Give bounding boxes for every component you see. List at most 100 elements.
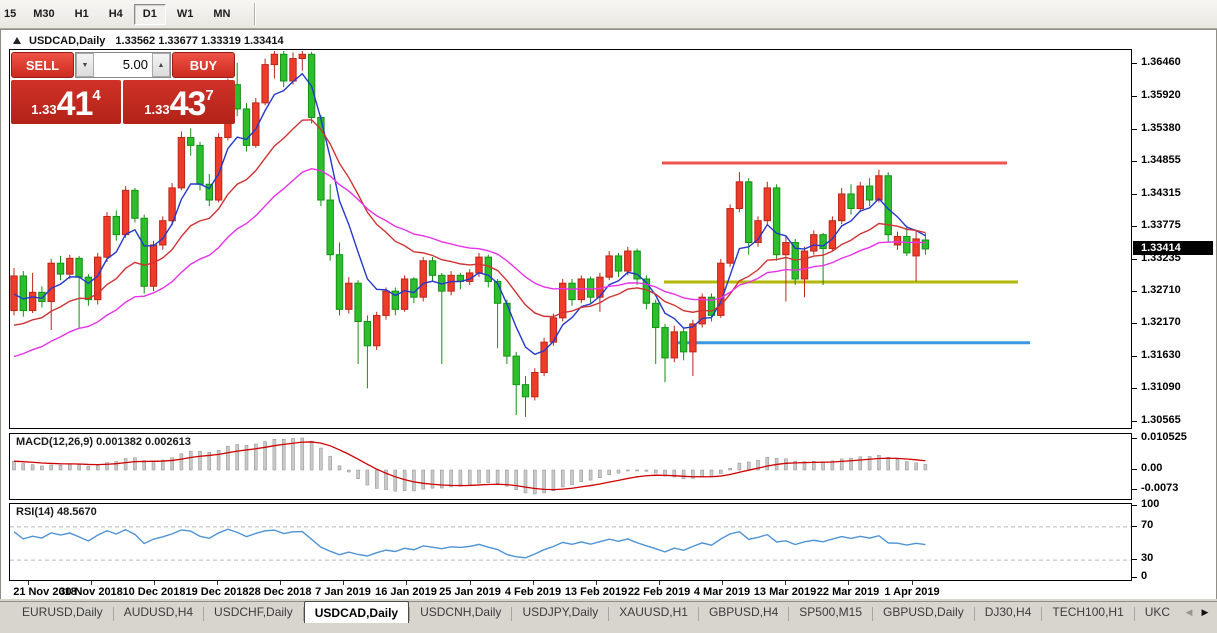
timeframe-button-h4[interactable]: H4: [100, 4, 132, 25]
date-label: 30 Nov 2018: [59, 586, 123, 598]
tab-scroll-controls: ◀▶: [1181, 604, 1217, 621]
date-axis: 21 Nov 201830 Nov 201810 Dec 201819 Dec …: [9, 581, 1132, 600]
tab-scroll-right-icon[interactable]: ▶: [1197, 604, 1213, 621]
macd-panel[interactable]: MACD(12,26,9) 0.001382 0.002613: [9, 433, 1132, 500]
axis-tick: [1132, 526, 1137, 527]
current-price-tag: 1.33414: [1133, 241, 1213, 255]
axis-tick: [1132, 421, 1137, 422]
chart-tab-usdcad-daily[interactable]: USDCAD,Daily: [304, 601, 409, 623]
rsi-axis-label: 30: [1141, 552, 1153, 564]
date-label: 13 Mar 2019: [754, 586, 816, 598]
volume-decrease-icon[interactable]: ▼: [76, 53, 94, 77]
date-tick: [659, 581, 660, 585]
date-label: 19 Dec 2018: [186, 586, 249, 598]
date-tick: [343, 581, 344, 585]
volume-input[interactable]: 5.00: [94, 53, 152, 77]
date-tick: [848, 581, 849, 585]
date-label: 22 Mar 2019: [817, 586, 879, 598]
date-label: 4 Mar 2019: [694, 586, 750, 598]
rsi-panel[interactable]: RSI(14) 48.5670: [9, 503, 1132, 581]
date-label: 13 Feb 2019: [565, 586, 627, 598]
price-axis-label: 1.31630: [1141, 349, 1181, 361]
one-click-trading-panel: SELL ▼ 5.00 ▲ BUY 1.33414 1.33437: [11, 52, 235, 124]
tab-scroll-left-icon[interactable]: ◀: [1181, 604, 1197, 621]
timeframe-button-mn[interactable]: MN: [204, 4, 239, 25]
date-tick: [533, 581, 534, 585]
axis-tick: [1132, 226, 1137, 227]
buy-button[interactable]: BUY: [172, 52, 235, 78]
date-label: 10 Dec 2018: [123, 586, 186, 598]
date-tick: [280, 581, 281, 585]
timeframe-button-d1[interactable]: D1: [134, 4, 166, 25]
axis-tick: [1132, 489, 1137, 490]
macd-axis-label: 0.00: [1141, 462, 1162, 474]
price-axis-label: 1.31090: [1141, 381, 1181, 393]
axis-tick: [1132, 469, 1137, 470]
axis-tick: [1132, 63, 1137, 64]
toolbar-separator: [254, 3, 256, 25]
date-label: 7 Jan 2019: [315, 586, 371, 598]
sell-price-pipette: 4: [92, 87, 100, 104]
chart-tab-dj30-h4[interactable]: DJ30,H4: [975, 602, 1042, 624]
axis-tick: [1132, 194, 1137, 195]
axis-tick: [1132, 129, 1137, 130]
sell-price-quote[interactable]: 1.33414: [11, 80, 121, 124]
chart-tab-audusd-h4[interactable]: AUDUSD,H4: [114, 602, 203, 624]
rsi-axis-label: 100: [1141, 498, 1159, 510]
date-label: 4 Feb 2019: [505, 586, 561, 598]
chart-window: USDCAD,Daily 1.33562 1.33677 1.33319 1.3…: [0, 29, 1217, 599]
price-axis-label: 1.30565: [1141, 414, 1181, 426]
rsi-chart[interactable]: [10, 504, 1131, 580]
chart-tab-usdcnh-daily[interactable]: USDCNH,Daily: [410, 602, 511, 624]
chart-tab-ukc[interactable]: UKC: [1135, 602, 1180, 624]
volume-increase-icon[interactable]: ▲: [152, 53, 170, 77]
axis-tick: [1132, 356, 1137, 357]
sell-button[interactable]: SELL: [11, 52, 74, 78]
chart-tab-tech100-h1[interactable]: TECH100,H1: [1042, 602, 1133, 624]
timeframe-button-m30[interactable]: M30: [24, 4, 63, 25]
axis-tick: [1132, 323, 1137, 324]
rsi-axis-label: 0: [1141, 570, 1147, 582]
date-label: 22 Feb 2019: [628, 586, 690, 598]
chart-tab-eurusd-daily[interactable]: EURUSD,Daily: [12, 602, 113, 624]
date-tick: [217, 581, 218, 585]
volume-stepper: ▼ 5.00 ▲: [75, 52, 171, 78]
timeframe-button-w1[interactable]: W1: [168, 4, 203, 25]
date-label: 25 Jan 2019: [439, 586, 501, 598]
timeframe-button-h1[interactable]: H1: [66, 4, 98, 25]
axis-tick: [1132, 388, 1137, 389]
price-axis-label: 1.34315: [1141, 187, 1181, 199]
price-axis-label: 1.32710: [1141, 284, 1181, 296]
collapse-panel-icon[interactable]: [13, 37, 21, 44]
date-tick: [785, 581, 786, 585]
buy-price-big: 43: [170, 89, 206, 120]
axis-tick: [1132, 577, 1137, 578]
chart-tab-gbpusd-h4[interactable]: GBPUSD,H4: [699, 602, 788, 624]
date-tick: [596, 581, 597, 585]
rsi-axis-label: 70: [1141, 519, 1153, 531]
symbol-tab-bar: EURUSD,DailyAUDUSD,H4USDCHF,DailyUSDCAD,…: [0, 601, 1217, 633]
trading-terminal: 15M30H1H4D1W1MN USDCAD,Daily 1.33562 1.3…: [0, 0, 1217, 633]
macd-axis-label: 0.010525: [1141, 431, 1187, 443]
axis-tick: [1132, 259, 1137, 260]
axis-tick: [1132, 505, 1137, 506]
chart-symbol-title: USDCAD,Daily: [29, 35, 105, 47]
date-tick: [722, 581, 723, 585]
chart-tab-usdchf-daily[interactable]: USDCHF,Daily: [204, 602, 303, 624]
sell-price-prefix: 1.33: [31, 102, 56, 117]
axis-tick: [1132, 291, 1137, 292]
buy-price-pipette: 7: [205, 87, 213, 104]
price-axis: 1.364601.359201.353801.348551.343151.337…: [1132, 49, 1216, 614]
axis-tick: [1132, 161, 1137, 162]
chart-tab-xauusd-h1[interactable]: XAUUSD,H1: [609, 602, 698, 624]
date-label: 16 Jan 2019: [375, 586, 437, 598]
timeframe-button-15[interactable]: 15: [1, 4, 22, 25]
chart-tab-usdjpy-daily[interactable]: USDJPY,Daily: [512, 602, 608, 624]
chart-tab-gbpusd-daily[interactable]: GBPUSD,Daily: [873, 602, 974, 624]
price-axis-label: 1.35920: [1141, 89, 1181, 101]
date-tick: [470, 581, 471, 585]
chart-tab-sp500-m15[interactable]: SP500,M15: [789, 602, 872, 624]
buy-price-quote[interactable]: 1.33437: [123, 80, 235, 124]
date-tick: [154, 581, 155, 585]
chart-ohlc-values: 1.33562 1.33677 1.33319 1.33414: [115, 35, 283, 47]
